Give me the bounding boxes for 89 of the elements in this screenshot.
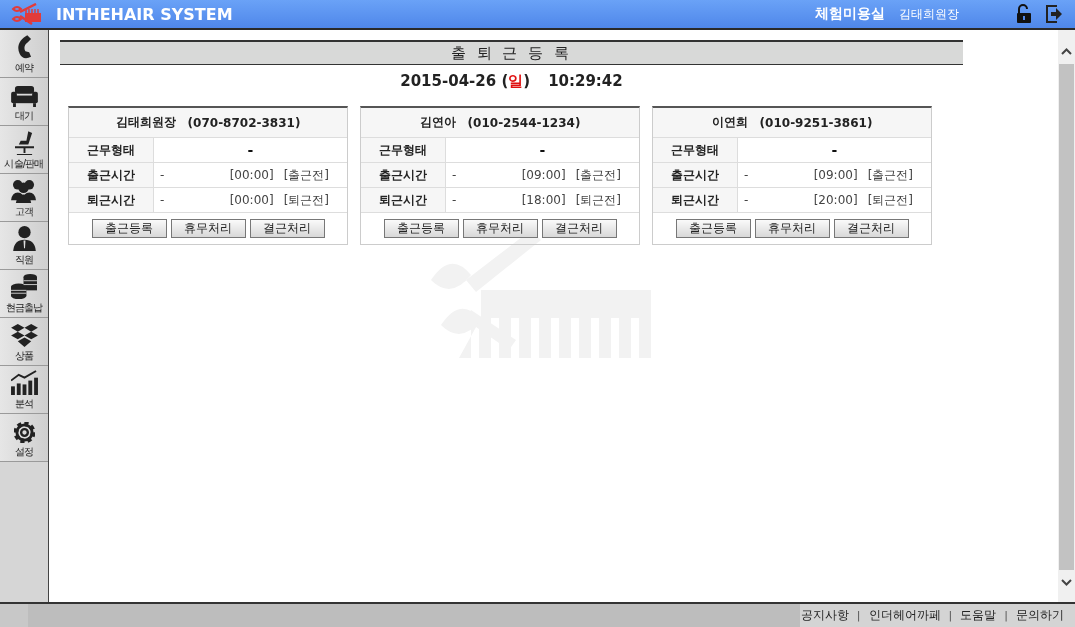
page-title: 출 퇴 근 등 록 xyxy=(60,40,963,65)
action-button[interactable]: 출근등록 xyxy=(91,219,167,238)
action-button[interactable]: 결근처리 xyxy=(833,219,909,238)
work-type-value: - xyxy=(247,142,254,158)
sidebar-item-label: 분석 xyxy=(14,397,34,411)
staff-phone: (070-8702-3831) xyxy=(187,115,301,130)
row-label: 근무형태 xyxy=(653,138,738,162)
sidebar-item[interactable]: 현금출납 xyxy=(0,270,48,318)
date-text: 2015-04-26 (일) xyxy=(400,72,531,91)
sidebar-item[interactable]: 고객 xyxy=(0,174,48,222)
actual-time-value: - xyxy=(744,168,749,182)
sidebar-item-label: 상품 xyxy=(14,349,34,363)
row-label: 근무형태 xyxy=(361,138,446,162)
staff-name: 김태희원장 xyxy=(115,114,176,131)
phone-icon xyxy=(16,34,32,59)
sidebar-item-label: 고객 xyxy=(14,205,34,219)
sidebar-item-label: 현금출납 xyxy=(5,301,43,315)
action-button[interactable]: 휴무처리 xyxy=(462,219,538,238)
barber-chair-icon xyxy=(14,131,34,155)
row-label: 출근시간 xyxy=(69,163,154,187)
sidebar-item-label: 예약 xyxy=(14,61,34,75)
scheduled-time: [20:00] xyxy=(813,193,858,207)
status-text: [퇴근전] xyxy=(283,191,329,209)
row-label: 퇴근시간 xyxy=(69,188,154,212)
staff-name: 이연희 xyxy=(711,114,748,131)
link-separator: | xyxy=(856,609,861,622)
status-text: [퇴근전] xyxy=(575,191,621,209)
row-label: 퇴근시간 xyxy=(653,188,738,212)
footer-link[interactable]: 인더헤어까페 xyxy=(868,607,941,624)
coins-icon xyxy=(11,274,37,299)
scissors-comb-logo-icon xyxy=(10,3,42,25)
link-separator: | xyxy=(948,609,953,622)
actual-time-value: - xyxy=(160,193,165,207)
staff-phone: (010-2544-1234) xyxy=(467,115,581,130)
row-label: 근무형태 xyxy=(69,138,154,162)
logout-icon[interactable] xyxy=(1045,4,1063,24)
sidebar-item[interactable]: 대기 xyxy=(0,78,48,126)
sidebar-item[interactable]: 시술/판매 xyxy=(0,126,48,174)
row-label: 출근시간 xyxy=(653,163,738,187)
action-button[interactable]: 결근처리 xyxy=(249,219,325,238)
status-text: [출근전] xyxy=(283,166,329,184)
sidebar-item-label: 설정 xyxy=(14,445,34,459)
actual-time-value: - xyxy=(160,168,165,182)
settings-icon xyxy=(13,422,35,443)
boxes-icon xyxy=(10,324,38,347)
sidebar-item-label: 대기 xyxy=(14,109,34,123)
unlocked-padlock-icon[interactable] xyxy=(1015,4,1033,24)
work-type-value: - xyxy=(831,142,838,158)
sidebar-item[interactable]: 상품 xyxy=(0,318,48,366)
app-title: INTHEHAIR SYSTEM xyxy=(56,4,233,24)
action-button[interactable]: 휴무처리 xyxy=(170,219,246,238)
work-type-value: - xyxy=(539,142,546,158)
scheduled-time: [00:00] xyxy=(229,168,274,182)
sidebar-item[interactable]: 분석 xyxy=(0,366,48,414)
scrollbar-thumb[interactable] xyxy=(1059,64,1074,570)
footer-link[interactable]: 도움말 xyxy=(960,607,997,624)
footer-link[interactable]: 문의하기 xyxy=(1016,607,1064,624)
sidebar-item[interactable]: 예약 xyxy=(0,30,48,78)
staff-name: 김연아 xyxy=(419,114,456,131)
scheduled-time: [09:00] xyxy=(813,168,858,182)
bar-chart-icon xyxy=(10,370,38,395)
sidebar-item-label: 시술/판매 xyxy=(4,157,44,171)
row-label: 퇴근시간 xyxy=(361,188,446,212)
scheduled-time: [09:00] xyxy=(521,168,566,182)
status-text: [출근전] xyxy=(867,166,913,184)
scheduled-time: [00:00] xyxy=(229,193,274,207)
link-separator: | xyxy=(1004,609,1008,622)
row-label: 출근시간 xyxy=(361,163,446,187)
actual-time-value: - xyxy=(452,168,457,182)
action-button[interactable]: 결근처리 xyxy=(541,219,617,238)
sidebar-item-label: 직원 xyxy=(14,253,34,267)
scheduled-time: [18:00] xyxy=(521,193,566,207)
sofa-icon xyxy=(10,86,38,107)
sidebar-item[interactable]: 설정 xyxy=(0,414,48,462)
action-button[interactable]: 출근등록 xyxy=(383,219,459,238)
status-text: [출근전] xyxy=(575,166,621,184)
footer-link[interactable]: 공지사항 xyxy=(800,607,849,624)
person-icon xyxy=(12,226,36,251)
sidebar-item[interactable]: 직원 xyxy=(0,222,48,270)
status-text: [퇴근전] xyxy=(867,191,913,209)
actual-time-value: - xyxy=(452,193,457,207)
people-icon xyxy=(11,180,37,203)
user-name: 김태희원장 xyxy=(899,5,959,23)
shop-name: 체험미용실 xyxy=(815,5,885,23)
action-button[interactable]: 출근등록 xyxy=(675,219,751,238)
action-button[interactable]: 휴무처리 xyxy=(754,219,830,238)
staff-phone: (010-9251-3861) xyxy=(759,115,873,130)
actual-time-value: - xyxy=(744,193,749,207)
clock-time: 10:29:42 xyxy=(548,72,623,91)
